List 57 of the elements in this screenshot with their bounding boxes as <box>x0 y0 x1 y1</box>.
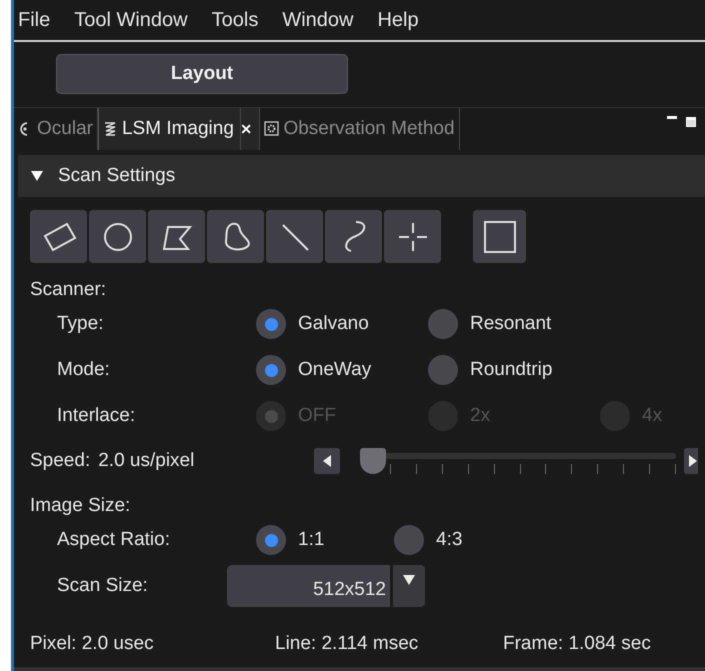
radio-label: Galvano <box>298 313 369 335</box>
radio-button[interactable] <box>256 355 286 385</box>
status-text: Frame: 1.084 sec <box>503 633 651 655</box>
tool-button[interactable] <box>30 210 87 263</box>
tool-button[interactable] <box>266 210 323 263</box>
radio-label: Roundtrip <box>470 359 552 381</box>
field-label: Mode: <box>56 359 111 381</box>
radio-label: 4x <box>642 405 662 427</box>
menu-item[interactable]: Window <box>282 8 354 32</box>
tool-button[interactable] <box>325 210 382 263</box>
group-heading: Image Size: <box>30 495 132 517</box>
radio-label: 2x <box>470 405 490 427</box>
layout-button[interactable]: Layout <box>56 54 348 94</box>
slider-thumb[interactable] <box>360 448 386 474</box>
radio-button[interactable] <box>256 309 286 339</box>
field-label: Interlace: <box>56 405 136 427</box>
tab[interactable]: LSM Imaging <box>98 108 241 150</box>
radio-button[interactable] <box>256 525 286 555</box>
square-icon <box>482 218 518 254</box>
section-header[interactable]: Scan Settings <box>18 155 705 197</box>
collapse-triangle-icon <box>30 170 44 182</box>
maximize-icon <box>685 116 697 128</box>
radio-label: OFF <box>298 405 336 427</box>
menu-item[interactable]: Tool Window <box>74 8 188 32</box>
right-arrow-icon <box>688 455 698 467</box>
tool-button[interactable] <box>473 210 526 263</box>
tool-button[interactable] <box>89 210 146 263</box>
radio-button[interactable] <box>428 355 458 385</box>
tool-button[interactable] <box>384 210 441 263</box>
tool-button[interactable] <box>148 210 205 263</box>
close-button[interactable]: × <box>240 108 260 150</box>
minimize-icon <box>667 116 677 119</box>
menu-item[interactable]: File <box>18 8 50 32</box>
field-label: Type: <box>56 313 104 335</box>
status-text: Pixel: 2.0 usec <box>30 633 155 655</box>
left-arrow-icon <box>322 455 332 467</box>
zigzag-icon <box>102 121 118 137</box>
field-label: Speed: <box>30 450 90 472</box>
radio-button[interactable] <box>428 309 458 339</box>
radio-button[interactable] <box>394 525 424 555</box>
radio-label: Resonant <box>470 313 552 335</box>
slider-right-button[interactable] <box>684 448 698 474</box>
field-label: Aspect Ratio: <box>56 529 171 551</box>
slider-left-button[interactable] <box>314 448 340 474</box>
status-text: Line: 2.114 msec <box>275 633 420 655</box>
radio-label: 4:3 <box>436 529 462 551</box>
tool-button[interactable] <box>207 210 264 263</box>
menu-item[interactable]: Tools <box>212 8 258 32</box>
radio-label: OneWay <box>298 359 372 381</box>
speed-value: 2.0 us/pixel <box>98 450 194 472</box>
radio-label: 1:1 <box>298 529 324 551</box>
field-label: Scan Size: <box>56 575 149 597</box>
menu-item[interactable]: Help <box>377 8 419 32</box>
group-heading: Scanner: <box>30 279 108 301</box>
scan-size-dropdown[interactable]: 512x512 <box>227 565 425 607</box>
gear-icon <box>264 121 280 137</box>
dropdown-arrow-icon <box>403 575 415 585</box>
